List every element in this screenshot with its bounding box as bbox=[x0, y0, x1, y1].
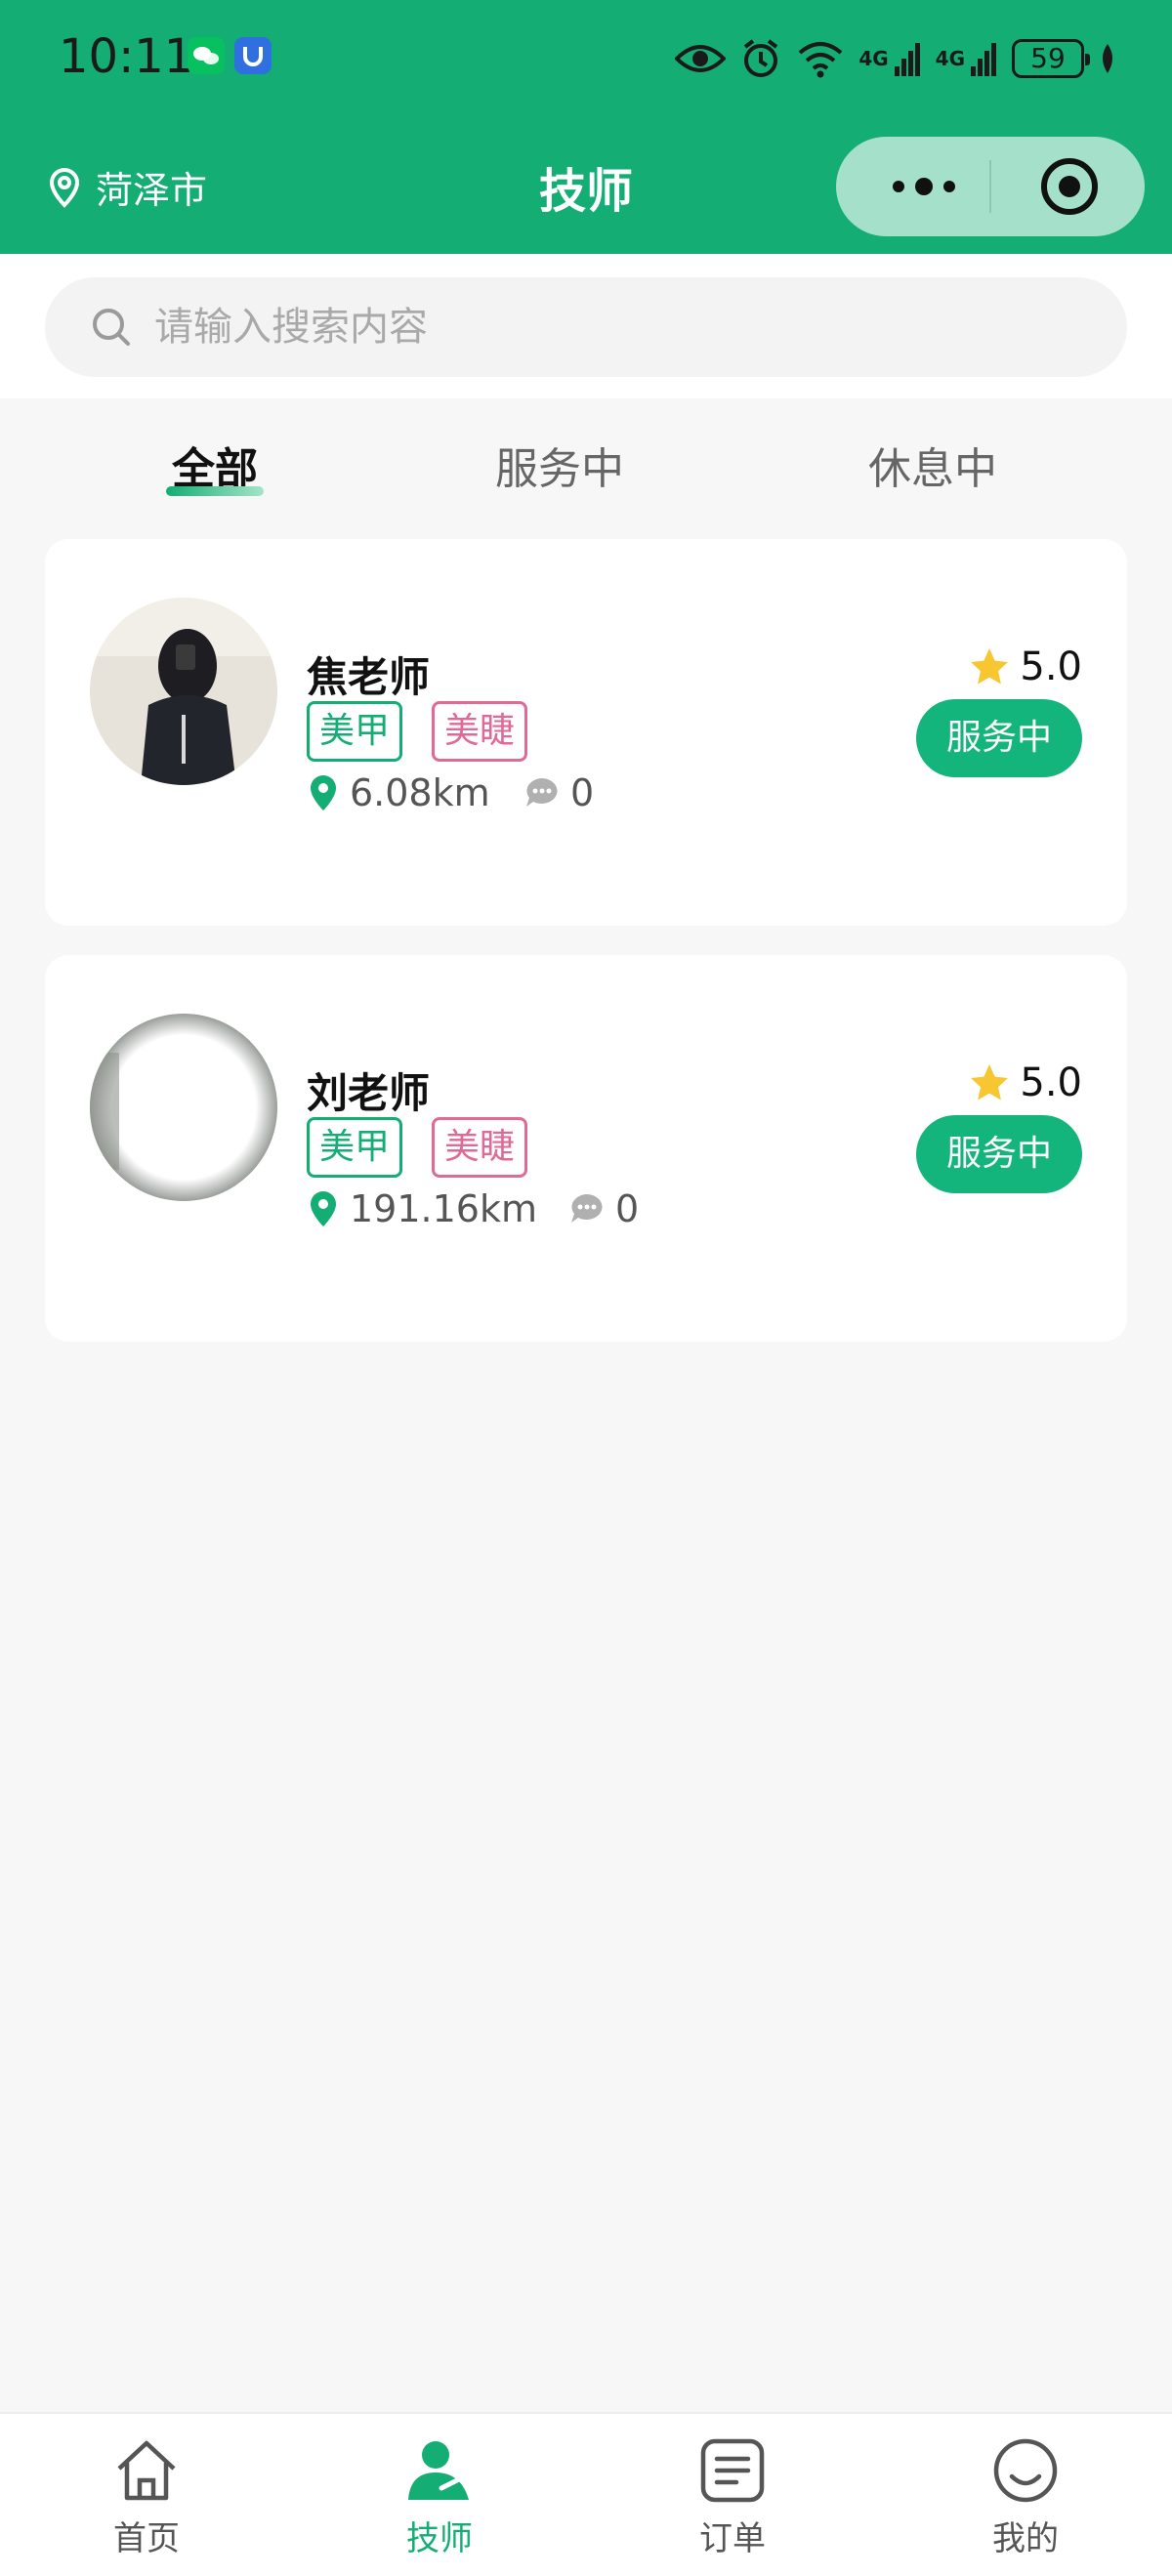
distance-info: 6.08km bbox=[307, 771, 490, 814]
signal-2-icon bbox=[971, 43, 996, 76]
leaf-icon bbox=[1103, 44, 1112, 73]
tabbar-item-profile[interactable]: 我的 bbox=[952, 2435, 1099, 2559]
search-bar[interactable] bbox=[45, 277, 1127, 377]
battery-indicator: 59 bbox=[1012, 39, 1090, 78]
wifi-icon bbox=[799, 42, 843, 78]
rating-value: 5.0 bbox=[1020, 1060, 1082, 1105]
tabbar-label: 首页 bbox=[113, 2519, 180, 2558]
tabbar-item-technician[interactable]: 技师 bbox=[366, 2435, 513, 2559]
technician-avatar bbox=[90, 598, 277, 785]
tab-resting[interactable]: 休息中 bbox=[868, 434, 997, 496]
distance-value: 191.16km bbox=[350, 1187, 537, 1230]
capsule-divider bbox=[989, 160, 991, 213]
more-dot-icon bbox=[893, 181, 904, 192]
service-status-badge[interactable]: 服务中 bbox=[916, 699, 1082, 777]
skill-tag: 美甲 bbox=[307, 701, 403, 762]
technician-icon bbox=[408, 2441, 469, 2500]
tabbar-label: 我的 bbox=[992, 2519, 1059, 2558]
service-status-badge[interactable]: 服务中 bbox=[916, 1115, 1082, 1193]
search-icon bbox=[93, 309, 130, 346]
wechat-icon bbox=[188, 37, 225, 74]
skill-tag: 美甲 bbox=[307, 1117, 403, 1178]
status-bar: 10:11 4G 4G 59 bbox=[0, 0, 1172, 117]
home-icon bbox=[117, 2440, 176, 2501]
nav-bar: 菏泽市 技师 bbox=[0, 117, 1172, 254]
comment-icon bbox=[571, 1194, 603, 1223]
distance-value: 6.08km bbox=[350, 771, 490, 814]
tabbar-label: 技师 bbox=[406, 2519, 473, 2558]
search-section bbox=[0, 254, 1172, 398]
active-tab-indicator bbox=[166, 486, 264, 496]
app-shield-icon bbox=[234, 37, 272, 74]
distance-info: 191.16km bbox=[307, 1187, 537, 1230]
technician-name: 刘老师 bbox=[307, 1069, 431, 1117]
rating-value: 5.0 bbox=[1020, 644, 1082, 689]
technician-card[interactable]: 焦老师 美甲 美睫 6.08km 0 5.0 服务中 bbox=[45, 539, 1127, 926]
close-miniprogram-button[interactable] bbox=[1041, 158, 1098, 215]
miniprogram-capsule bbox=[836, 137, 1145, 236]
comment-info: 0 bbox=[568, 1187, 639, 1230]
tabbar-label: 订单 bbox=[699, 2519, 766, 2558]
status-icons: 4G 4G 59 bbox=[675, 31, 1117, 86]
rating: 5.0 bbox=[969, 644, 1082, 689]
star-icon bbox=[971, 648, 1009, 685]
star-icon bbox=[971, 1064, 1009, 1101]
tabbar-item-home[interactable]: 首页 bbox=[73, 2435, 220, 2559]
technician-name: 焦老师 bbox=[307, 653, 431, 701]
comment-count: 0 bbox=[570, 771, 595, 814]
more-dot-icon bbox=[943, 181, 955, 192]
skill-tag: 美睫 bbox=[432, 1117, 528, 1178]
comment-info: 0 bbox=[523, 771, 594, 814]
eye-icon bbox=[675, 45, 727, 72]
status-time: 10:11 bbox=[59, 29, 194, 84]
location-pin-icon bbox=[311, 775, 336, 810]
signal-1-icon bbox=[894, 43, 920, 76]
technician-card[interactable]: 刘老师 美甲 美睫 191.16km 0 5.0 服务中 bbox=[45, 955, 1127, 1342]
alarm-icon bbox=[744, 39, 778, 77]
tabbar-item-orders[interactable]: 订单 bbox=[659, 2435, 806, 2559]
search-input[interactable] bbox=[154, 305, 1033, 350]
more-dot-icon bbox=[915, 178, 933, 195]
profile-icon bbox=[993, 2438, 1058, 2503]
status-tabs: 全部 服务中 休息中 bbox=[0, 398, 1172, 516]
skill-tag: 美睫 bbox=[432, 701, 528, 762]
location-pin-icon bbox=[311, 1191, 336, 1226]
more-options-button[interactable] bbox=[875, 162, 973, 211]
signal-2-label: 4G bbox=[935, 47, 965, 70]
signal-1-label: 4G bbox=[858, 47, 889, 70]
tab-in-service[interactable]: 服务中 bbox=[495, 434, 624, 496]
comment-count: 0 bbox=[615, 1187, 640, 1230]
bottom-tabbar: 首页 技师 订单 我的 bbox=[0, 2412, 1172, 2576]
order-icon bbox=[700, 2438, 765, 2503]
technician-avatar bbox=[90, 1014, 277, 1201]
comment-icon bbox=[526, 778, 558, 807]
rating: 5.0 bbox=[969, 1060, 1082, 1105]
